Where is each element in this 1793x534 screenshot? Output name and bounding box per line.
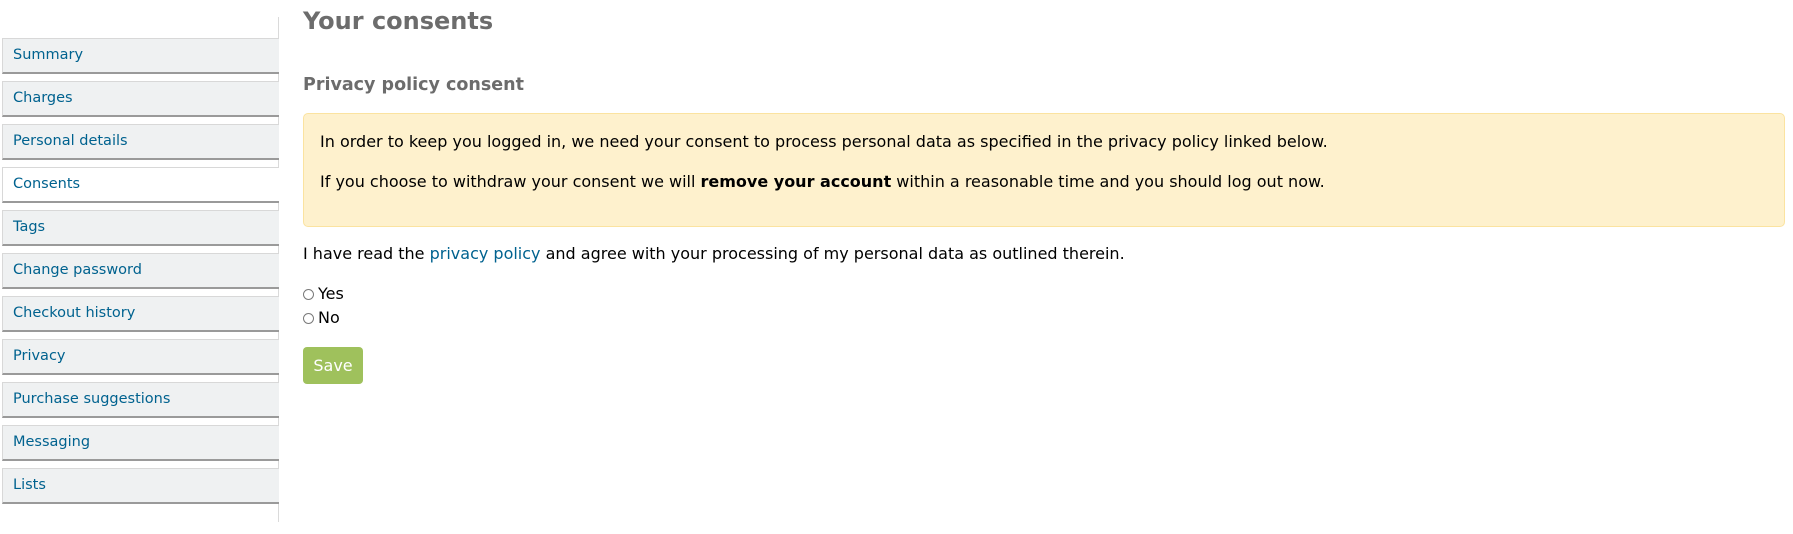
consent-suffix: and agree with your processing of my per…	[540, 244, 1125, 263]
sidebar-item-charges[interactable]: Charges	[2, 81, 279, 117]
consent-prefix: I have read the	[303, 244, 430, 263]
consent-warning-alert: In order to keep you logged in, we need …	[303, 113, 1785, 227]
user-menu-sidebar: Summary Charges Personal details Consent…	[0, 17, 279, 522]
alert-line-2-prefix: If you choose to withdraw your consent w…	[320, 172, 701, 191]
consent-no-label: No	[318, 308, 340, 327]
save-button[interactable]: Save	[303, 347, 363, 384]
sidebar-item-messaging[interactable]: Messaging	[2, 425, 279, 461]
sidebar-item-personal-details[interactable]: Personal details	[2, 124, 279, 160]
consent-no-radio[interactable]	[303, 312, 314, 324]
sidebar-item-summary[interactable]: Summary	[2, 38, 279, 74]
alert-line-1: In order to keep you logged in, we need …	[320, 132, 1328, 151]
sidebar-item-consents[interactable]: Consents	[2, 167, 279, 203]
sidebar-item-privacy[interactable]: Privacy	[2, 339, 279, 375]
consent-yes-option[interactable]: Yes	[303, 283, 344, 305]
sidebar-item-purchase-suggestions[interactable]: Purchase suggestions	[2, 382, 279, 418]
alert-bold-text: remove your account	[700, 172, 892, 191]
alert-line-2-suffix: within a reasonable time and you should …	[891, 172, 1325, 191]
section-title: Privacy policy consent	[303, 75, 524, 95]
alert-line-2: If you choose to withdraw your consent w…	[320, 171, 1768, 193]
sidebar-item-lists[interactable]: Lists	[2, 468, 279, 504]
consent-no-option[interactable]: No	[303, 307, 340, 329]
sidebar-item-change-password[interactable]: Change password	[2, 253, 279, 289]
privacy-policy-link[interactable]: privacy policy	[430, 244, 541, 263]
sidebar-item-tags[interactable]: Tags	[2, 210, 279, 246]
consent-yes-label: Yes	[318, 284, 344, 303]
user-menu-list: Summary Charges Personal details Consent…	[2, 38, 279, 511]
consent-yes-radio[interactable]	[303, 288, 314, 300]
sidebar-item-checkout-history[interactable]: Checkout history	[2, 296, 279, 332]
page-title: Your consents	[303, 7, 494, 35]
consent-statement: I have read the privacy policy and agree…	[303, 243, 1125, 265]
